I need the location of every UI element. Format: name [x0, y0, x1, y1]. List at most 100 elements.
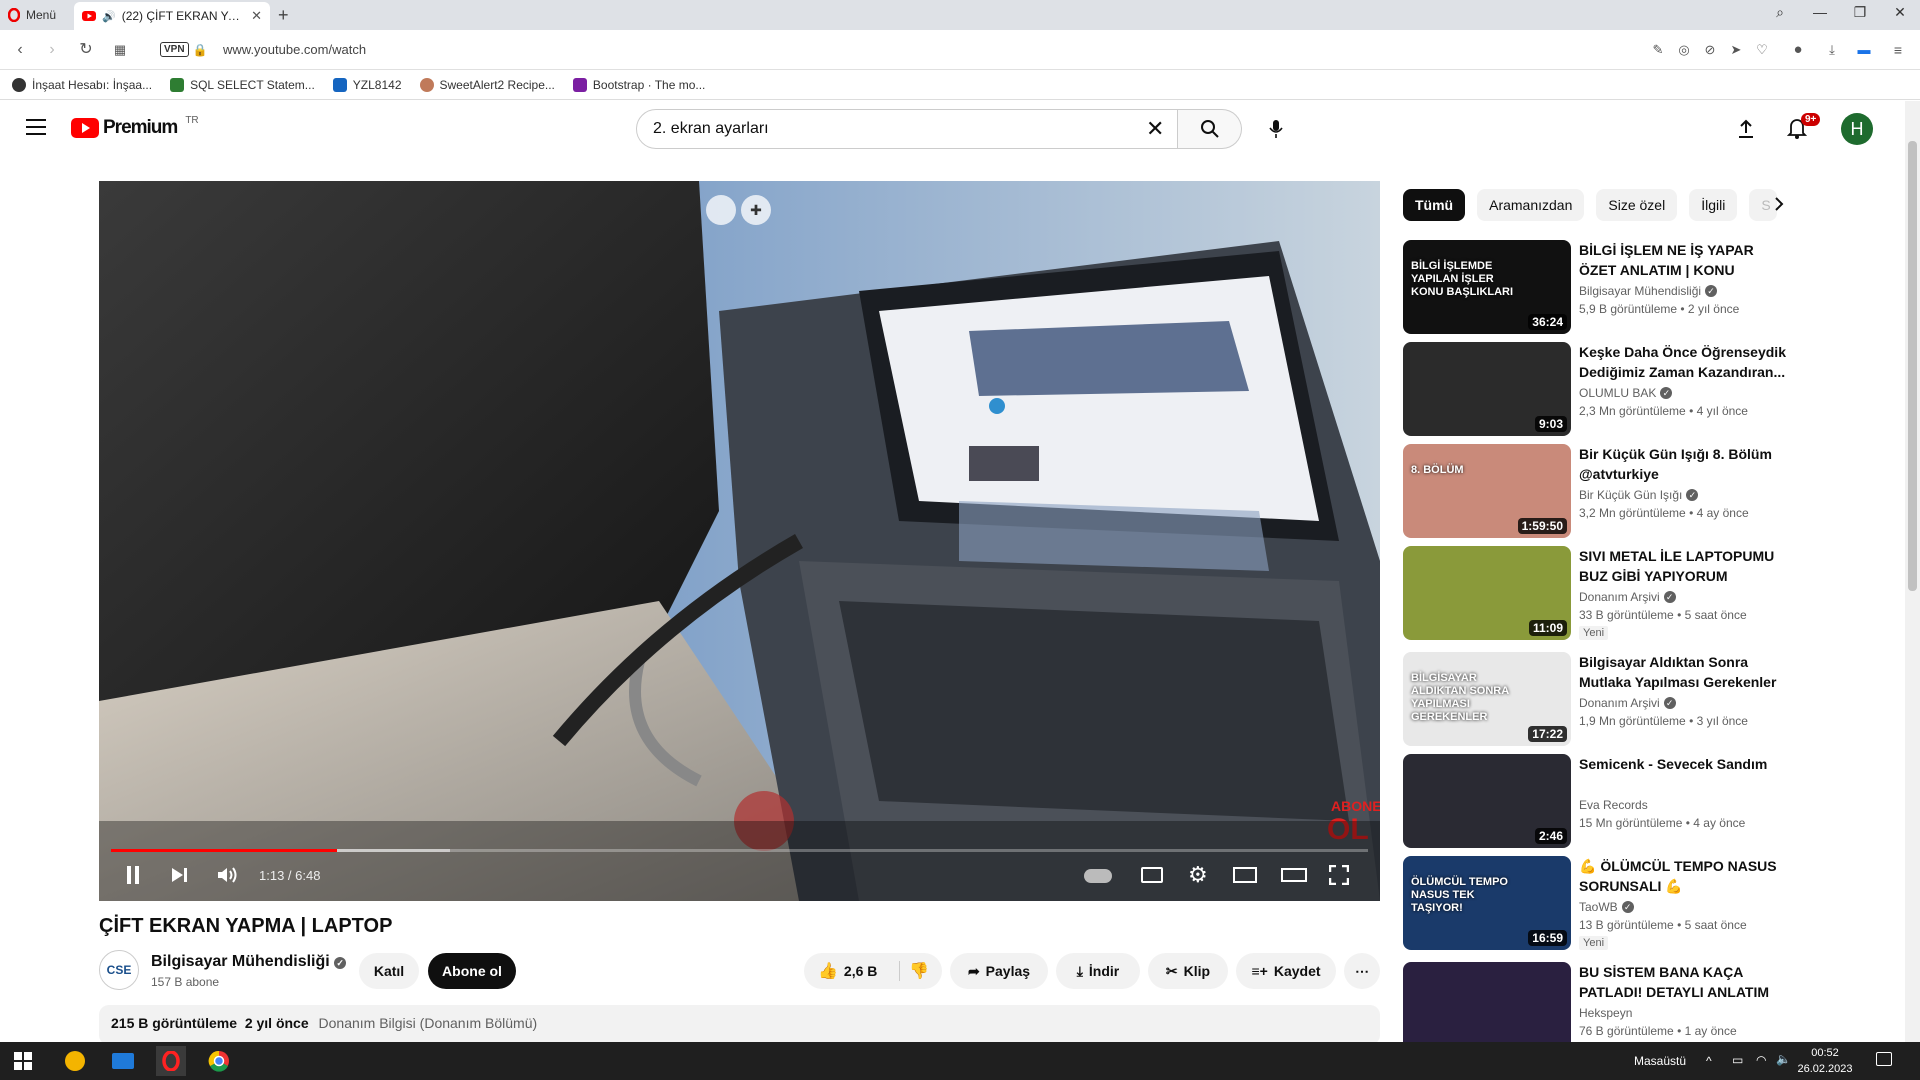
recommendation-title[interactable]: Bir Küçük Gün Işığı 8. Bölüm @atvturkiye [1579, 444, 1789, 484]
theater-mode-icon[interactable] [1281, 868, 1307, 882]
edit-icon[interactable]: ✎ [1648, 40, 1668, 60]
vpn-badge[interactable]: VPN [160, 42, 189, 57]
recommendation-channel[interactable]: Hekspeyn [1579, 1006, 1632, 1020]
notification-center-icon[interactable] [1876, 1052, 1892, 1066]
volume-button[interactable] [217, 866, 239, 884]
menu-icon[interactable] [26, 119, 46, 140]
desktop-label[interactable]: Masaüstü [1634, 1054, 1686, 1068]
autoplay-toggle[interactable] [1084, 869, 1112, 883]
heart-icon[interactable]: ♡ [1752, 40, 1772, 60]
channel-name[interactable]: Bilgisayar Mühendisliği ✓ [151, 953, 347, 971]
chip-for-you[interactable]: Size özel [1596, 189, 1678, 221]
tray-chevron-icon[interactable]: ^ [1706, 1054, 1712, 1068]
youtube-premium-logo[interactable]: Premium TR [71, 115, 199, 139]
pause-button[interactable] [125, 865, 141, 885]
speaker-tray-icon[interactable]: 🔈 [1776, 1052, 1791, 1066]
bookmark-item[interactable]: SweetAlert2 Recipe... [419, 77, 555, 92]
battery-tray-icon[interactable]: ▭ [1732, 1053, 1743, 1067]
recommendation-title[interactable]: BİLGİ İŞLEM NE İŞ YAPAR ÖZET ANLATIM | K… [1579, 240, 1789, 280]
close-tab-icon[interactable]: ✕ [251, 8, 262, 24]
recommendation-item[interactable]: 11:09 SIVI METAL İLE LAPTOPUMU BUZ GİBİ … [1403, 546, 1803, 652]
chips-next-icon[interactable] [1773, 196, 1785, 212]
system-clock[interactable]: 00:52 26.02.2023 [1790, 1045, 1860, 1077]
more-actions-button[interactable]: ⋯ [1344, 953, 1380, 989]
search-input[interactable]: 2. ekran ayarları [636, 109, 1178, 149]
recommendation-item[interactable]: 2:46 Semicenk - Sevecek Sandım Eva Recor… [1403, 754, 1803, 856]
minimize-button[interactable]: — [1810, 4, 1830, 20]
recommendation-channel[interactable]: Donanım Arşivi ✓ [1579, 696, 1676, 710]
recommendation-channel[interactable]: Bir Küçük Gün Işığı ✓ [1579, 488, 1699, 502]
reload-icon[interactable]: ↻ [76, 40, 96, 60]
forward-icon[interactable]: › [42, 40, 62, 60]
recommendation-title[interactable]: SIVI METAL İLE LAPTOPUMU BUZ GİBİ YAPIYO… [1579, 546, 1789, 586]
camera-icon[interactable]: ◎ [1674, 40, 1694, 60]
speaker-icon[interactable]: 🔊 [102, 10, 116, 23]
video-thumbnail[interactable]: BİLGİ İŞLEMDE YAPILAN İŞLER KONU BAŞLIKL… [1403, 240, 1571, 334]
video-thumbnail[interactable]: BİLGİSAYAR ALDIKTAN SONRA YAPILMASI GERE… [1403, 652, 1571, 746]
tabs-grid-icon[interactable]: ▦ [110, 40, 130, 60]
video-player[interactable]: ABONE OL ✚ 1:13 / 6:48 ⚙ [99, 181, 1380, 901]
bookmark-item[interactable]: SQL SELECT Statem... [170, 77, 315, 92]
chip-from-search[interactable]: Aramanızdan [1477, 189, 1585, 221]
bookmark-item[interactable]: İnşaat Hesabı: İnşaa... [12, 77, 152, 92]
share-button[interactable]: ➦ Paylaş [950, 953, 1048, 989]
subtitles-icon[interactable] [1141, 867, 1163, 883]
recommendation-title[interactable]: Bilgisayar Aldıktan Sonra Mutlaka Yapılm… [1579, 652, 1789, 692]
restore-button[interactable]: ❐ [1850, 4, 1870, 21]
adblock-icon[interactable]: ⊘ [1700, 40, 1720, 60]
windows-start-icon[interactable] [8, 1046, 38, 1076]
download-button[interactable]: ⤓ İndir [1056, 953, 1140, 989]
scrollbar-thumb[interactable] [1908, 141, 1917, 591]
page-scrollbar[interactable] [1905, 101, 1920, 1042]
recommendation-title[interactable]: Keşke Daha Önce Öğrenseydik Dediğimiz Za… [1579, 342, 1789, 382]
add-sparkle-icon[interactable]: ✚ [741, 195, 771, 225]
mail-icon[interactable] [108, 1046, 138, 1076]
recommendation-channel[interactable]: Bilgisayar Mühendisliği ✓ [1579, 284, 1718, 298]
next-button[interactable] [171, 867, 189, 883]
like-button[interactable]: 👍 2,6 B 👎 [804, 953, 942, 989]
notifications-button[interactable]: 9+ [1787, 113, 1821, 139]
active-tab[interactable]: 🔊 (22) ÇİFT EKRAN YAPMA ✕ [74, 2, 270, 30]
fullscreen-button[interactable] [1329, 865, 1349, 885]
opera-menu-button[interactable]: Menü [8, 5, 56, 25]
recommendation-item[interactable]: BİLGİSAYAR ALDIKTAN SONRA YAPILMASI GERE… [1403, 652, 1803, 754]
channel-avatar[interactable]: CSE [99, 950, 139, 990]
account-avatar[interactable]: H [1841, 113, 1873, 145]
send-icon[interactable]: ➤ [1726, 40, 1746, 60]
recommendation-channel[interactable]: OLUMLU BAK ✓ [1579, 386, 1673, 400]
dislike-button[interactable]: 👎 [909, 961, 929, 981]
search-tabs-icon[interactable]: ⌕ [1770, 4, 1790, 21]
chrome-taskbar-icon[interactable] [204, 1046, 234, 1076]
join-button[interactable]: Katıl [359, 953, 419, 989]
url-field[interactable]: www.youtube.com/watch [223, 42, 366, 57]
close-window-button[interactable]: ✕ [1890, 4, 1910, 21]
lock-icon[interactable]: 🔒 [190, 40, 210, 60]
clip-button[interactable]: ✂ Klip [1148, 953, 1228, 989]
recommendation-title[interactable]: 💪 ÖLÜMCÜL TEMPO NASUS SORUNSALI 💪 [1579, 856, 1789, 896]
recommendation-title[interactable]: BU SİSTEM BANA KAÇA PATLADI! DETAYLI ANL… [1579, 962, 1789, 1002]
battery-icon[interactable]: ▬ [1854, 40, 1874, 60]
chip-all[interactable]: Tümü [1403, 189, 1466, 221]
video-thumbnail[interactable]: 9:03 [1403, 342, 1571, 436]
recommendation-item[interactable]: 8. BÖLÜM 1:59:50 Bir Küçük Gün Işığı 8. … [1403, 444, 1803, 546]
clear-search-icon[interactable]: ✕ [1146, 118, 1164, 140]
recommendation-channel[interactable]: Eva Records [1579, 798, 1648, 812]
bookmark-item[interactable]: YZL8142 [332, 77, 402, 92]
video-thumbnail[interactable]: 8. BÖLÜM 1:59:50 [1403, 444, 1571, 538]
opera-taskbar-icon[interactable] [156, 1046, 186, 1076]
wifi-icon[interactable]: ◠ [1756, 1053, 1766, 1067]
weather-icon[interactable] [60, 1046, 90, 1076]
video-thumbnail[interactable]: 11:09 [1403, 546, 1571, 640]
recommendation-title[interactable]: Semicenk - Sevecek Sandım [1579, 754, 1789, 774]
subscribe-button[interactable]: Abone ol [428, 953, 516, 989]
recommendation-item[interactable]: ÖLÜMCÜL TEMPO NASUS TEK TAŞIYOR! 16:59 💪… [1403, 856, 1803, 962]
search-button[interactable] [1178, 109, 1242, 149]
description-box[interactable]: 215 B görüntüleme 2 yıl önce Donanım Bil… [99, 1005, 1380, 1045]
new-tab-button[interactable]: + [278, 5, 289, 26]
cast-icon[interactable] [706, 195, 736, 225]
settings-icon[interactable]: ⚙ [1188, 862, 1208, 888]
recommendation-item[interactable]: BİLGİ İŞLEMDE YAPILAN İŞLER KONU BAŞLIKL… [1403, 240, 1803, 342]
profile-icon[interactable]: ● [1788, 40, 1808, 60]
progress-bar[interactable] [111, 849, 1368, 852]
back-icon[interactable]: ‹ [10, 40, 30, 60]
